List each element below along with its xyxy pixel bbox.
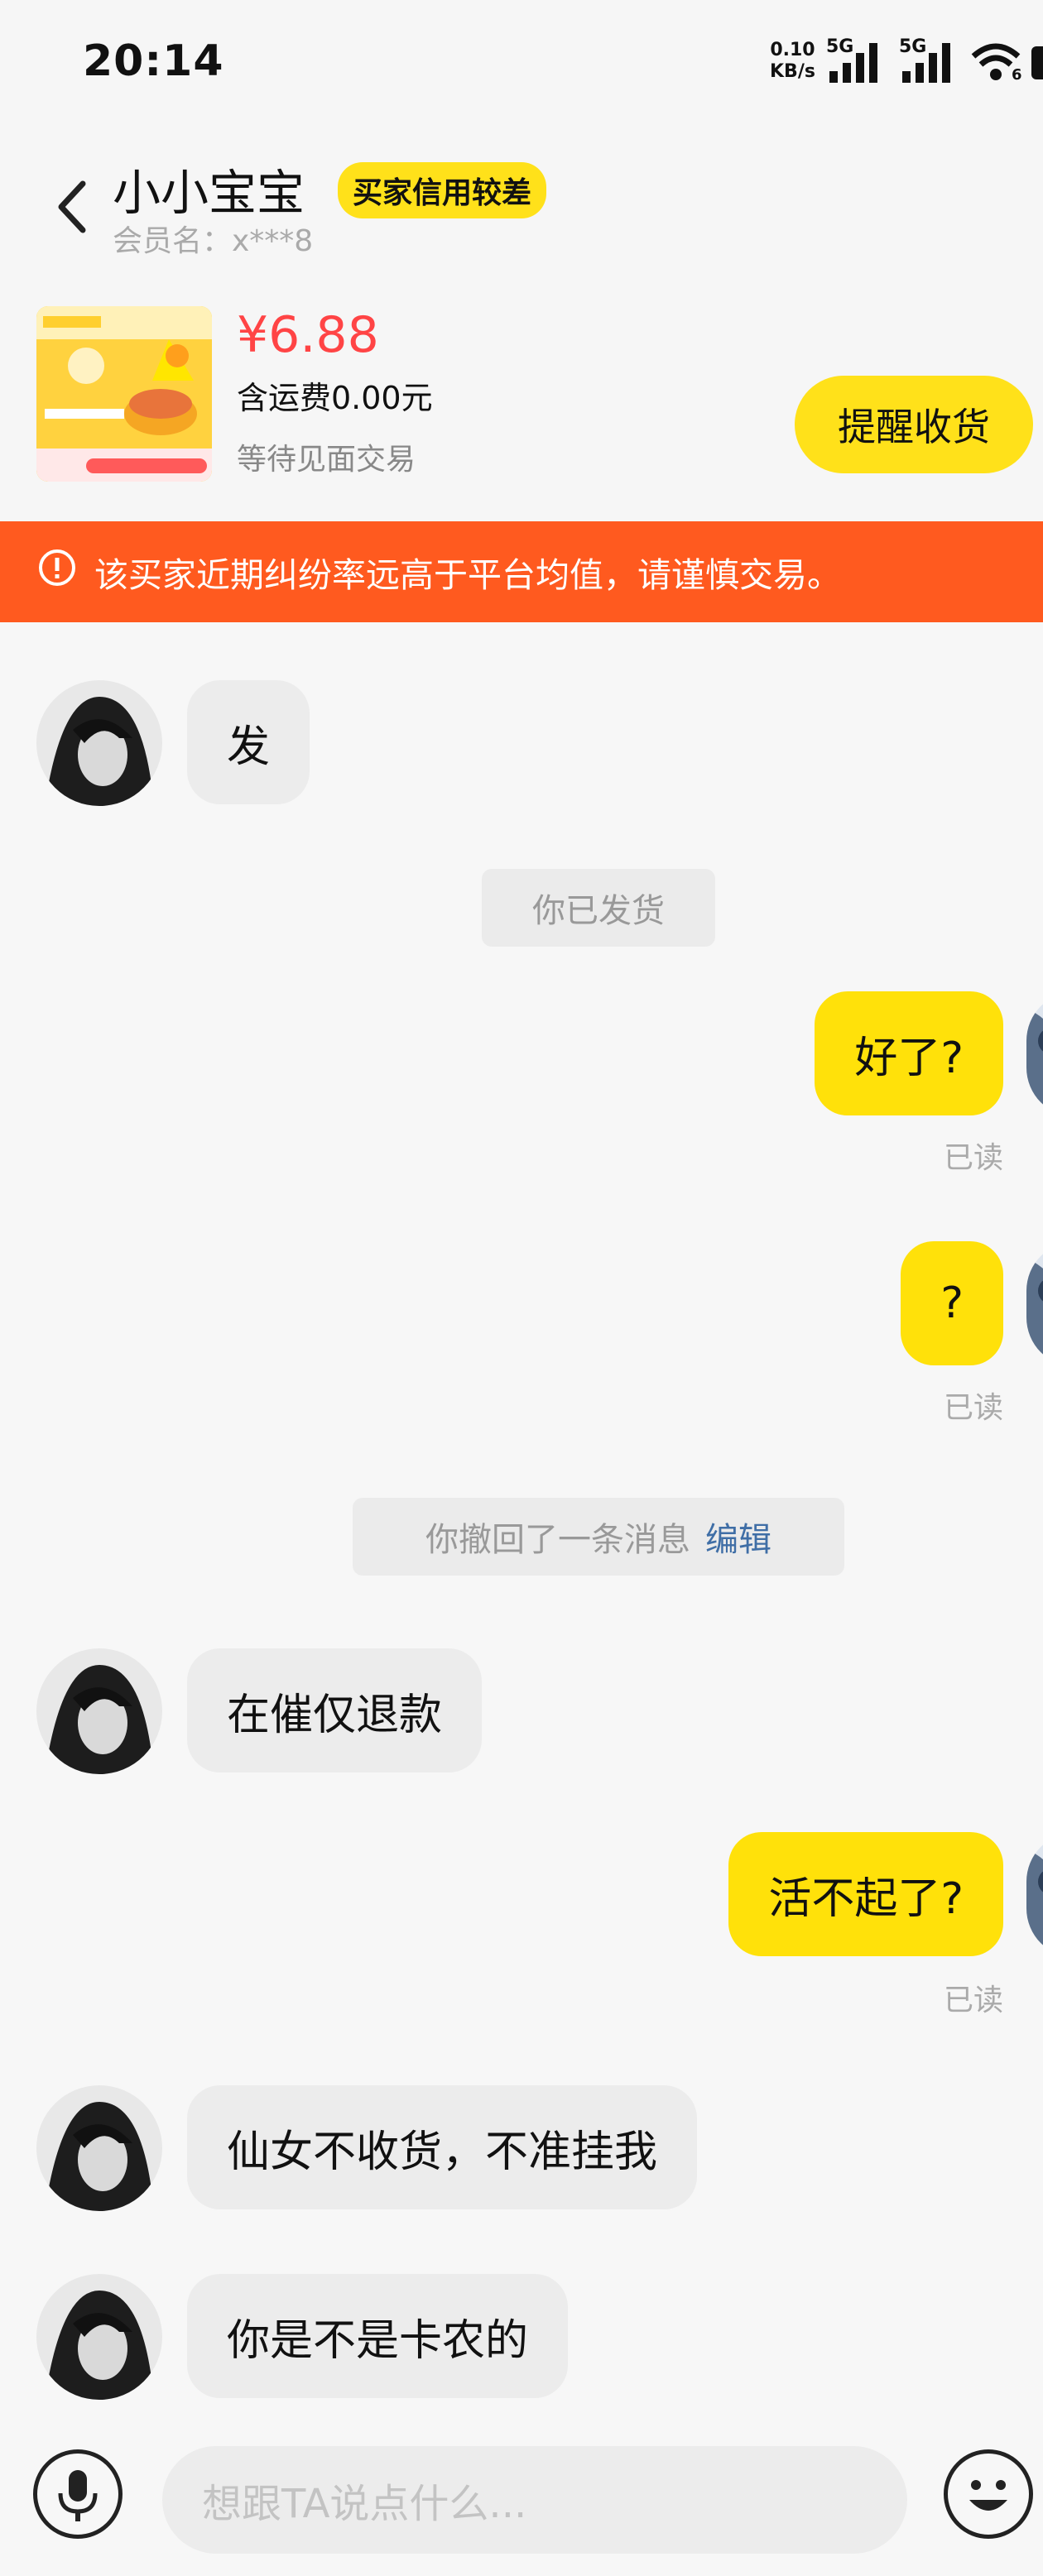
status-time: 20:14 bbox=[83, 36, 224, 86]
warning-icon bbox=[38, 549, 76, 595]
avatar[interactable] bbox=[36, 1648, 162, 1774]
back-icon[interactable] bbox=[50, 174, 99, 240]
order-status: 等待见面交易 bbox=[237, 443, 416, 477]
message-bubble-outgoing[interactable]: 好了? bbox=[815, 991, 1003, 1115]
message-bubble-incoming[interactable]: 发 bbox=[187, 680, 310, 804]
signal-icon: 5G bbox=[826, 36, 886, 89]
signal-icon-2: 5G bbox=[899, 36, 959, 89]
network-speed: 0.10 KB/s bbox=[770, 40, 815, 83]
wifi-badge: 6 bbox=[1012, 66, 1022, 84]
remind-receipt-button[interactable]: 提醒收货 bbox=[795, 376, 1033, 473]
message-input[interactable]: 想跟TA说点什么... bbox=[162, 2446, 907, 2554]
my-avatar[interactable] bbox=[1026, 1832, 1043, 1958]
member-id: 会员名：x***8 bbox=[113, 224, 314, 258]
read-receipt: 已读 bbox=[943, 1984, 1003, 2017]
avatar[interactable] bbox=[36, 2085, 162, 2211]
wifi-icon: 6 bbox=[970, 36, 1022, 89]
edit-recalled-link[interactable]: 编辑 bbox=[705, 1513, 771, 1561]
status-bar: 20:14 0.10 KB/s 5G 5G 6 bbox=[0, 0, 1043, 124]
shipping-fee: 含运费0.00元 bbox=[237, 380, 433, 416]
message-bubble-incoming[interactable]: 在催仅退款 bbox=[187, 1648, 483, 1772]
my-avatar[interactable] bbox=[1026, 1241, 1043, 1367]
network-speed-value: 0.10 bbox=[770, 40, 815, 60]
sim1-label: 5G bbox=[826, 36, 854, 57]
input-bar: 想跟TA说点什么... bbox=[0, 2426, 1043, 2576]
message-bubble-incoming[interactable]: 仙女不收货，不准挂我 bbox=[187, 2085, 698, 2209]
message-bubble-outgoing[interactable]: ? bbox=[901, 1241, 1003, 1365]
avatar[interactable] bbox=[36, 2274, 162, 2400]
chat-area[interactable]: 发 你已发货 好了? 已读 ? 已读 你撤回了一条消息 编辑 在催仅退款 活不起… bbox=[0, 622, 1043, 2426]
chat-header: 小小宝宝 买家信用较差 会员名：x***8 bbox=[0, 124, 1043, 290]
network-speed-unit: KB/s bbox=[770, 61, 815, 82]
contact-name: 小小宝宝 bbox=[113, 165, 305, 221]
recalled-text: 你撤回了一条消息 bbox=[425, 1521, 690, 1559]
emoji-icon[interactable] bbox=[944, 2449, 1033, 2539]
product-card[interactable]: ¥6.88 含运费0.00元 等待见面交易 提醒收货 bbox=[0, 290, 1043, 521]
system-message-recalled: 你撤回了一条消息 编辑 bbox=[353, 1498, 844, 1576]
sim2-label: 5G bbox=[899, 36, 927, 57]
battery-icon bbox=[1031, 46, 1043, 79]
product-price: ¥6.88 bbox=[237, 306, 379, 364]
voice-input-icon[interactable] bbox=[33, 2449, 123, 2539]
warning-text: 该买家近期纠纷率远高于平台均值，请谨慎交易。 bbox=[94, 555, 841, 595]
credit-badge: 买家信用较差 bbox=[338, 162, 547, 218]
read-receipt: 已读 bbox=[943, 1391, 1003, 1425]
message-bubble-incoming[interactable]: 你是不是卡农的 bbox=[187, 2274, 569, 2398]
system-message-shipped: 你已发货 bbox=[482, 869, 715, 947]
risk-warning-banner: 该买家近期纠纷率远高于平台均值，请谨慎交易。 bbox=[0, 521, 1043, 622]
read-receipt: 已读 bbox=[943, 1141, 1003, 1175]
product-thumbnail[interactable] bbox=[36, 306, 212, 482]
avatar[interactable] bbox=[36, 680, 162, 806]
message-bubble-outgoing[interactable]: 活不起了? bbox=[728, 1832, 1003, 1956]
my-avatar[interactable] bbox=[1026, 991, 1043, 1117]
